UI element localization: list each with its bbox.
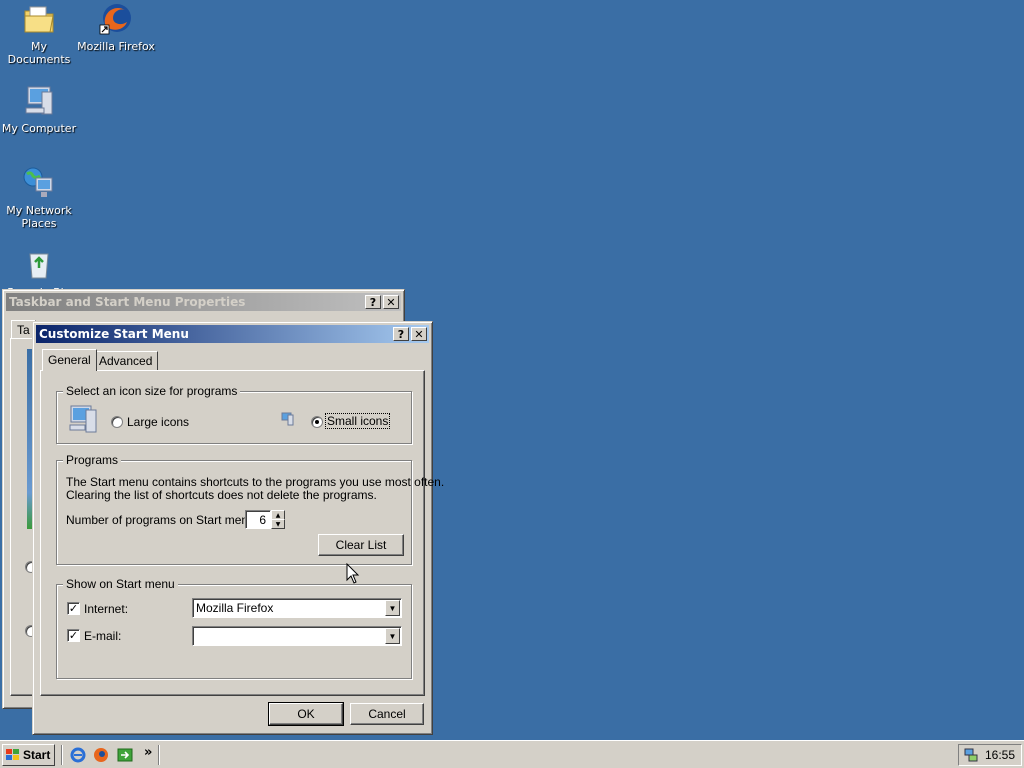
titlebar: Customize Start Menu ? ✕	[36, 325, 429, 343]
internet-checkbox[interactable]: ✓	[67, 602, 80, 615]
large-icons-icon	[69, 404, 103, 434]
window-title: Taskbar and Start Menu Properties	[9, 295, 246, 309]
desktop-icon-label: My Network Places	[6, 204, 72, 230]
large-icons-radio[interactable]	[111, 416, 123, 428]
computer-icon	[22, 84, 56, 118]
ok-button[interactable]: OK	[268, 702, 344, 726]
start-label: Start	[23, 748, 51, 762]
email-program-select[interactable]: ▼	[192, 626, 402, 646]
chevron-down-icon[interactable]: ▼	[385, 600, 400, 616]
spin-down-button[interactable]: ▼	[271, 519, 285, 529]
internet-label[interactable]: Internet:	[84, 602, 128, 616]
taskbar-separator	[158, 745, 160, 765]
group-title: Show on Start menu	[63, 577, 178, 591]
help-button[interactable]: ?	[365, 295, 381, 309]
folder-icon	[22, 2, 56, 36]
small-icons-label[interactable]: Small icons	[324, 413, 391, 429]
firefox-quicklaunch-icon[interactable]	[93, 747, 109, 763]
tab-label: Ta	[17, 323, 30, 337]
windows-logo-icon	[6, 749, 20, 761]
tab-label: General	[48, 353, 91, 367]
internet-program-select[interactable]: Mozilla Firefox ▼	[192, 598, 402, 618]
programs-description-line2: Clearing the list of shortcuts does not …	[66, 488, 377, 502]
tab-label: Advanced	[99, 354, 153, 368]
email-checkbox[interactable]: ✓	[67, 629, 80, 642]
internet-explorer-icon[interactable]	[70, 747, 86, 763]
desktop-icon-label: My Documents	[7, 40, 71, 66]
desktop-icon-mozilla-firefox[interactable]: Mozilla Firefox	[77, 2, 155, 53]
tab-advanced[interactable]: Advanced	[93, 351, 159, 370]
mouse-cursor-icon	[346, 562, 360, 585]
firefox-icon	[99, 2, 133, 36]
ok-label: OK	[297, 707, 315, 721]
desktop-icon-label: My Computer	[1, 122, 77, 135]
group-title: Programs	[63, 453, 122, 467]
cancel-label: Cancel	[368, 707, 406, 721]
icon-size-group: Select an icon size for programs Large i…	[56, 384, 412, 444]
large-icons-label[interactable]: Large icons	[127, 415, 189, 429]
cancel-button[interactable]: Cancel	[350, 703, 424, 725]
clear-list-button[interactable]: Clear List	[318, 534, 404, 556]
email-label[interactable]: E-mail:	[84, 629, 121, 643]
program-count-field[interactable]: 6	[245, 510, 271, 529]
small-icons-radio[interactable]	[311, 416, 323, 428]
desktop-icon-my-documents[interactable]: My Documents	[0, 2, 78, 66]
group-title: Select an icon size for programs	[63, 384, 241, 398]
taskbar-separator	[61, 745, 63, 765]
clock[interactable]: 16:55	[985, 748, 1015, 762]
start-button[interactable]: Start	[2, 744, 55, 766]
internet-program-value: Mozilla Firefox	[196, 601, 274, 615]
close-button[interactable]: ✕	[411, 327, 427, 341]
taskbar: Start » 16:55	[0, 740, 1024, 768]
window-title: Customize Start Menu	[39, 327, 189, 341]
help-button[interactable]: ?	[393, 327, 409, 341]
system-tray: 16:55	[958, 744, 1022, 766]
desktop-icon-my-computer[interactable]: My Computer	[0, 84, 78, 135]
clear-list-label: Clear List	[335, 538, 387, 552]
small-icons-icon	[281, 412, 295, 426]
quick-launch-chevron-icon[interactable]: »	[144, 745, 152, 760]
program-count-label: Number of programs on Start menu:	[66, 513, 259, 527]
network-icon	[22, 166, 56, 200]
tab-general[interactable]: General	[42, 349, 97, 371]
close-button[interactable]: ✕	[383, 295, 399, 309]
show-desktop-icon[interactable]	[117, 747, 133, 763]
desktop-icon-label: Mozilla Firefox	[77, 40, 155, 53]
general-tab-panel: Select an icon size for programs Large i…	[40, 370, 444, 696]
titlebar: Taskbar and Start Menu Properties ? ✕	[6, 293, 401, 311]
programs-group: Programs The Start menu contains shortcu…	[56, 453, 444, 565]
chevron-down-icon[interactable]: ▼	[385, 628, 400, 644]
recycle-bin-icon	[22, 248, 56, 282]
desktop-icon-my-network-places[interactable]: My Network Places	[0, 166, 78, 230]
network-tray-icon[interactable]	[963, 747, 979, 763]
programs-description-line1: The Start menu contains shortcuts to the…	[66, 475, 445, 489]
customize-start-menu-dialog: Customize Start Menu ? ✕ General Advance…	[32, 321, 444, 735]
show-on-start-menu-group: Show on Start menu ✓ Internet: Mozilla F…	[56, 577, 412, 679]
program-count-value: 6	[259, 513, 266, 527]
